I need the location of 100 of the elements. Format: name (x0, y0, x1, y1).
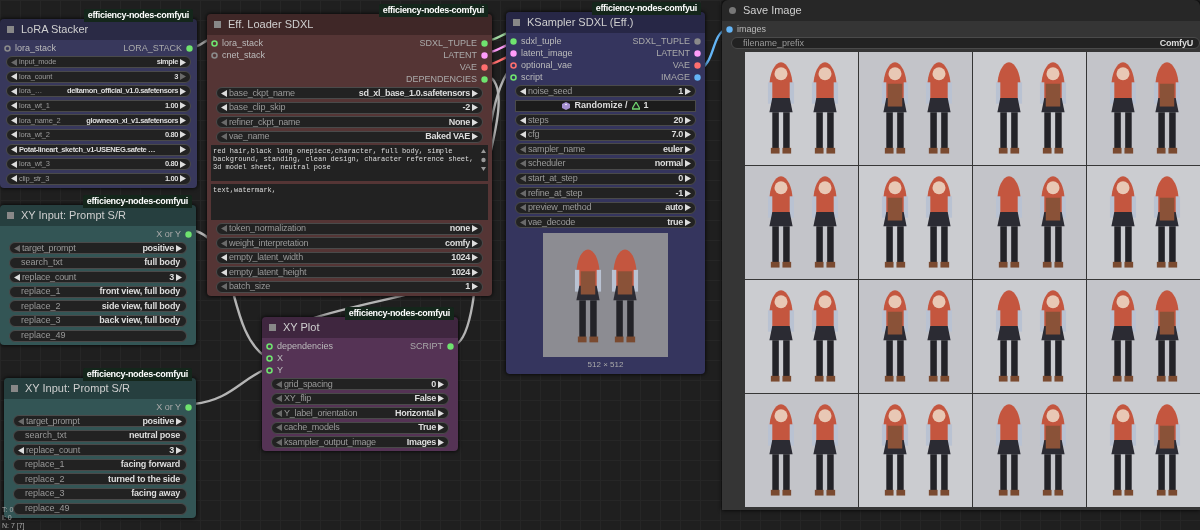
socket-icon[interactable] (211, 39, 218, 47)
widget-row[interactable]: batch_size 1 (216, 280, 483, 293)
left-arrow-icon[interactable] (11, 160, 17, 168)
widget-row[interactable]: replace_count 3 (13, 444, 187, 457)
socket-icon[interactable] (510, 73, 517, 81)
right-arrow-icon[interactable] (472, 89, 478, 97)
right-arrow-icon[interactable] (438, 409, 444, 417)
right-arrow-icon[interactable] (180, 131, 186, 139)
widget-row[interactable]: ksampler_output_image Images (271, 436, 449, 449)
text-field[interactable]: replace_2 side view, full body (9, 300, 187, 313)
left-arrow-icon[interactable] (221, 268, 227, 276)
right-arrow-icon[interactable] (176, 417, 182, 425)
node-title-bar[interactable]: KSampler SDXL (Eff.) (506, 12, 705, 33)
right-arrow-icon[interactable] (438, 395, 444, 403)
text-field[interactable]: replace_1 front view, full body (9, 285, 187, 298)
scrollbar-icon[interactable] (481, 149, 486, 172)
text-field[interactable]: replace_3 back view, full body (9, 314, 187, 327)
node-title-bar[interactable]: LoRA Stacker (0, 19, 197, 40)
widget-row[interactable]: cfg 7.0 (515, 128, 696, 141)
socket-icon[interactable] (481, 51, 488, 59)
right-arrow-icon[interactable] (685, 131, 691, 139)
socket-icon[interactable] (510, 49, 517, 57)
left-arrow-icon[interactable] (11, 102, 17, 110)
socket-icon[interactable] (694, 61, 701, 69)
widget-row[interactable]: target_prompt positive (13, 415, 187, 427)
widget-row[interactable]: grid_spacing 0 (271, 378, 449, 390)
right-arrow-icon[interactable] (685, 204, 691, 212)
text-field[interactable]: replace_1 facing forward (13, 458, 187, 471)
left-arrow-icon[interactable] (11, 175, 17, 183)
right-arrow-icon[interactable] (472, 239, 478, 247)
text-field[interactable]: search_txt neutral pose (13, 429, 187, 442)
node-title-bar[interactable]: XY Plot (262, 317, 458, 338)
text-field[interactable]: replace_49 (9, 329, 187, 342)
widget-row[interactable]: refiner_ckpt_name None (216, 116, 483, 129)
socket-icon[interactable] (266, 366, 273, 374)
node-title-bar[interactable]: XY Input: Prompt S/R (4, 378, 196, 399)
right-arrow-icon[interactable] (685, 160, 691, 168)
socket-icon[interactable] (211, 51, 218, 59)
right-arrow-icon[interactable] (685, 218, 691, 226)
socket-icon[interactable] (185, 403, 192, 411)
right-arrow-icon[interactable] (472, 254, 478, 262)
socket-icon[interactable] (481, 75, 488, 83)
widget-row[interactable]: weight_interpretation comfy (216, 237, 483, 250)
left-arrow-icon[interactable] (11, 116, 17, 124)
right-arrow-icon[interactable] (176, 244, 182, 252)
widget-row[interactable]: XY_flip False (271, 392, 449, 405)
left-arrow-icon[interactable] (520, 87, 526, 95)
right-arrow-icon[interactable] (472, 225, 478, 233)
left-arrow-icon[interactable] (11, 73, 17, 81)
right-arrow-icon[interactable] (685, 189, 691, 197)
text-field[interactable]: search_txt full body (9, 256, 187, 269)
right-arrow-icon[interactable] (472, 133, 478, 141)
socket-icon[interactable] (185, 230, 192, 238)
socket-icon[interactable] (510, 37, 517, 45)
widget-row[interactable]: vae_decode true (515, 216, 696, 229)
right-arrow-icon[interactable] (472, 104, 478, 112)
socket-icon[interactable] (481, 39, 488, 47)
socket-icon[interactable] (266, 342, 273, 350)
right-arrow-icon[interactable] (438, 438, 444, 446)
widget-row[interactable]: cache_models True (271, 421, 449, 434)
widget-row[interactable]: replace_count 3 (9, 271, 187, 284)
left-arrow-icon[interactable] (221, 89, 227, 97)
right-arrow-icon[interactable] (472, 118, 478, 126)
right-arrow-icon[interactable] (472, 268, 478, 276)
right-arrow-icon[interactable] (180, 146, 186, 154)
widget-row[interactable]: token_normalization none (216, 222, 483, 235)
widget-row[interactable]: vae_name Baked VAE (216, 130, 483, 143)
socket-icon[interactable] (694, 37, 701, 45)
widget-row[interactable]: target_prompt positive (9, 242, 187, 254)
left-arrow-icon[interactable] (11, 87, 17, 95)
collapse-dot-icon[interactable] (729, 7, 736, 14)
right-arrow-icon[interactable] (180, 160, 186, 168)
left-arrow-icon[interactable] (11, 146, 17, 154)
socket-icon[interactable] (694, 49, 701, 57)
right-arrow-icon[interactable] (180, 87, 186, 95)
right-arrow-icon[interactable] (685, 145, 691, 153)
widget-row[interactable]: scheduler normal (515, 157, 696, 170)
left-arrow-icon[interactable] (14, 273, 20, 281)
right-arrow-icon[interactable] (685, 87, 691, 95)
node-title-bar[interactable]: Eff. Loader SDXL (207, 14, 492, 35)
text-field[interactable]: replace_49 (13, 502, 187, 515)
widget-row[interactable]: preview_method auto (515, 201, 696, 214)
right-arrow-icon[interactable] (180, 102, 186, 110)
left-arrow-icon[interactable] (221, 104, 227, 112)
right-arrow-icon[interactable] (180, 58, 186, 66)
left-arrow-icon[interactable] (11, 131, 17, 139)
text-field[interactable]: filename_prefix ComfyU (731, 37, 1200, 49)
widget-row[interactable]: steps 20 (515, 114, 696, 127)
right-arrow-icon[interactable] (180, 175, 186, 183)
left-arrow-icon[interactable] (520, 116, 526, 124)
right-arrow-icon[interactable] (472, 283, 478, 291)
widget-row[interactable]: base_clip_skip -2 (216, 101, 483, 114)
randomize-button[interactable]: Randomize / 1 (515, 99, 696, 112)
right-arrow-icon[interactable] (438, 424, 444, 432)
widget-row[interactable]: Y_label_orientation Horizontal (271, 407, 449, 420)
widget-row[interactable]: empty_latent_height 1024 (216, 266, 483, 279)
socket-icon[interactable] (510, 61, 517, 69)
right-arrow-icon[interactable] (176, 446, 182, 454)
right-arrow-icon[interactable] (438, 380, 444, 388)
widget-row[interactable]: noise_seed 1 (515, 85, 696, 97)
